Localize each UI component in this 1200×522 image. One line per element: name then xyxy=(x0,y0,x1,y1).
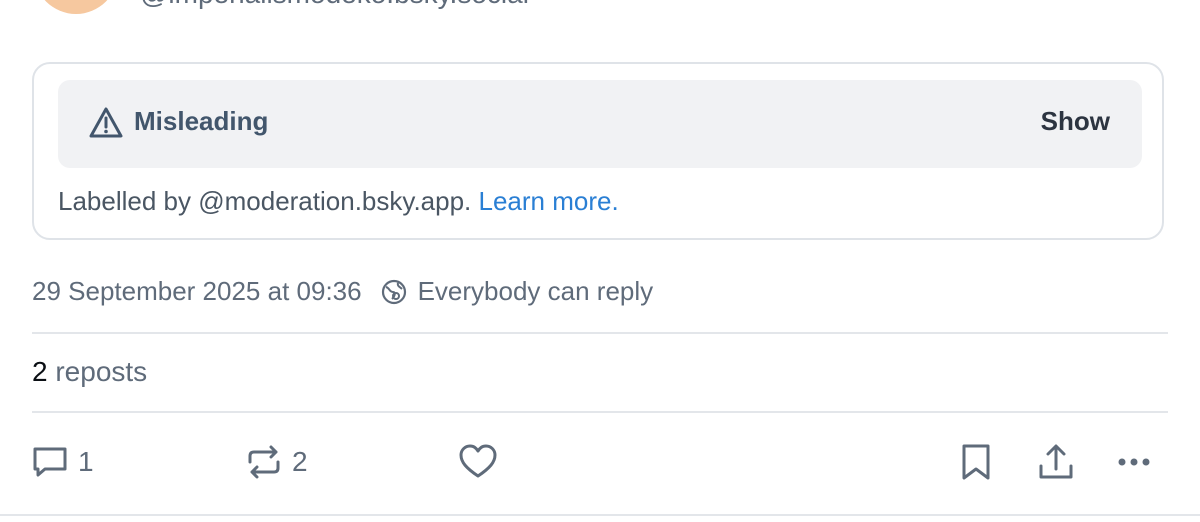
post-meta: 29 September 2025 at 09:36 Everybody can… xyxy=(32,276,653,307)
learn-more-link[interactable]: Learn more. xyxy=(479,186,619,216)
bookmark-button[interactable] xyxy=(956,440,996,484)
globe-icon xyxy=(380,278,408,306)
author-handle[interactable]: @imperialismodeko.bsky.social xyxy=(140,0,529,10)
labelled-by: Labelled by @moderation.bsky.app. xyxy=(58,186,472,216)
share-button[interactable] xyxy=(1036,440,1076,484)
like-button[interactable] xyxy=(458,440,498,484)
heart-icon xyxy=(459,444,497,478)
bookmark-icon xyxy=(962,444,990,480)
show-button[interactable]: Show xyxy=(1041,106,1110,137)
share-icon xyxy=(1039,444,1073,479)
avatar[interactable] xyxy=(34,0,118,14)
repost-icon xyxy=(248,445,280,479)
warning-icon xyxy=(88,106,124,140)
more-options-button[interactable] xyxy=(1114,440,1154,484)
content-warning-card: Misleading Show Labelled by @moderation.… xyxy=(32,62,1164,240)
labelled-by-text: Labelled by @moderation.bsky.app. Learn … xyxy=(58,186,619,217)
repost-button[interactable]: 2 xyxy=(244,440,308,484)
reposts-stat[interactable]: 2 reposts xyxy=(32,356,147,388)
more-icon xyxy=(1118,458,1150,466)
post-timestamp: 29 September 2025 at 09:36 xyxy=(32,276,362,306)
divider xyxy=(0,514,1200,516)
moderation-label: Misleading xyxy=(134,106,269,136)
reposts-count: 2 xyxy=(32,356,48,387)
divider xyxy=(32,411,1168,413)
divider xyxy=(32,332,1168,334)
content-warning-bar[interactable]: Misleading Show xyxy=(58,80,1142,168)
reply-setting[interactable]: Everybody can reply xyxy=(418,276,654,307)
repost-count: 2 xyxy=(292,446,308,477)
reply-count: 1 xyxy=(78,446,94,477)
reply-button[interactable]: 1 xyxy=(30,440,94,484)
reposts-label: reposts xyxy=(55,356,148,387)
reply-icon xyxy=(33,447,67,477)
